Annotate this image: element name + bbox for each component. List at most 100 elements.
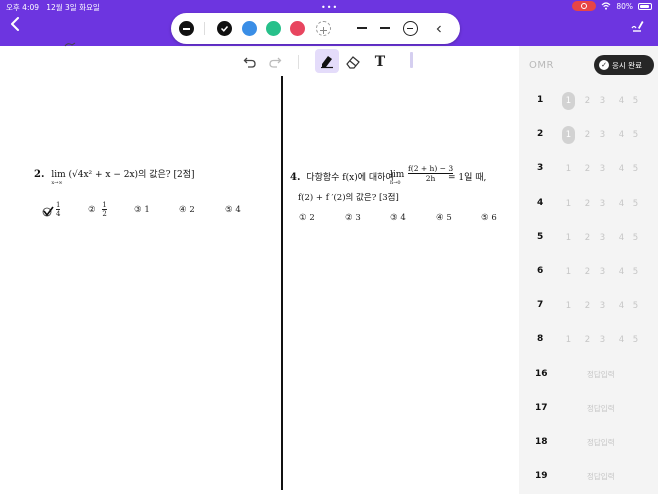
omr-option-bubble[interactable]: 1 [562,92,575,110]
omr-option-bubble[interactable]: 1 [562,162,575,176]
omr-question-number: 19 [535,471,548,482]
omr-option-bubble[interactable]: 3 [596,299,609,313]
pen-size-button[interactable] [179,21,194,36]
answer-input[interactable]: 정답입력 [587,403,615,414]
q4-limit-expr: lim h→0 [390,170,404,186]
omr-option-bubble[interactable]: 3 [596,265,609,279]
omr-option-bubble[interactable]: 5 [629,265,642,279]
omr-option-bubble[interactable]: 5 [629,128,642,142]
q4-choice-1[interactable]: ① 2 [299,213,315,223]
column-divider [281,76,283,490]
thin-stroke-button[interactable] [357,27,367,29]
question-4: 4. 다항함수 f(x)에 대하여 [290,170,394,183]
omr-option-bubble[interactable]: 1 [562,265,575,279]
omr-option-bubble[interactable]: 2 [581,94,594,108]
q4-condition: = 1일 때, [448,173,487,183]
omr-row: 8 12345 [519,323,658,357]
q4-choice-5[interactable]: ⑤ 6 [481,213,497,223]
eraser-icon [346,56,360,69]
omr-option-bubble[interactable]: 5 [629,231,642,245]
ink-mark [64,42,76,47]
color-blue-swatch[interactable] [242,21,257,36]
omr-option-bubble[interactable]: 3 [596,94,609,108]
question-text: (√4x² + x − 2x)의 값은? [2점] [68,170,195,180]
omr-row: 7 12345 [519,289,658,323]
omr-option-bubble[interactable]: 5 [629,162,642,176]
omr-option-bubble[interactable]: 2 [581,265,594,279]
omr-option-bubble[interactable]: 2 [581,299,594,313]
medium-stroke-button[interactable] [380,27,390,29]
choice-5[interactable]: ⑤ 4 [225,205,241,215]
color-green-swatch[interactable] [266,21,281,36]
omr-option-bubble[interactable]: 2 [581,231,594,245]
omr-option-bubble[interactable]: 1 [562,231,575,245]
frac-den: 2 [102,210,107,218]
multitasking-dots[interactable]: ••• [321,3,338,12]
omr-option-bubble[interactable]: 3 [596,128,609,142]
q4-choice-4[interactable]: ④ 5 [436,213,452,223]
choice-2-label: ② [88,205,96,215]
omr-option-bubble[interactable]: 2 [581,333,594,347]
omr-option-bubble[interactable]: 1 [562,197,575,211]
pen-mode-button[interactable] [630,18,644,32]
add-color-button[interactable] [316,21,331,36]
omr-option-bubble[interactable]: 3 [596,197,609,211]
choice-1[interactable]: 14 [56,201,61,218]
color-red-swatch[interactable] [290,21,305,36]
omr-option-bubble[interactable]: 1 [562,333,575,347]
omr-option-bubble[interactable]: 1 [562,299,575,313]
pen-tool-button[interactable] [315,49,339,73]
toolbar-handle[interactable] [410,52,413,68]
omr-option-bubble[interactable]: 1 [562,126,575,145]
omr-option-bubble[interactable]: 4 [615,333,628,347]
eraser-tool-button[interactable] [343,52,363,72]
omr-option-bubble[interactable]: 2 [581,162,594,176]
color-black-swatch[interactable] [217,21,232,36]
omr-option-bubble[interactable]: 2 [581,197,594,211]
q4-choice-2[interactable]: ② 3 [345,213,361,223]
omr-option-bubble[interactable]: 4 [615,162,628,176]
question-number: 2. [34,169,45,180]
omr-option-bubble[interactable]: 3 [596,231,609,245]
question-text: 다항함수 f(x)에 대하여 [306,173,394,183]
choice-4[interactable]: ④ 2 [179,205,195,215]
status-time: 오후 4:09 [6,3,40,12]
choice-2[interactable]: ② 12 [88,201,107,218]
omr-option-bubble[interactable]: 3 [596,333,609,347]
wifi-icon [601,2,611,10]
omr-question-number: 2 [537,129,544,140]
omr-row: 512345 [519,221,658,255]
back-button[interactable] [10,17,22,33]
choice-1-fraction: 14 [56,201,61,218]
omr-option-bubble[interactable]: 4 [615,197,628,211]
chevron-left-icon [11,17,19,31]
answer-input[interactable]: 정답입력 [587,471,615,482]
omr-option-bubble[interactable]: 5 [629,333,642,347]
palette-divider [204,22,205,35]
question-2: 2. lim x→∞ (√4x² + x − 2x)의 값은? [2점] [34,167,195,186]
omr-row: 6 12345 [519,255,658,289]
redo-button[interactable] [265,52,285,72]
q4-choice-3[interactable]: ③ 4 [390,213,406,223]
omr-option-bubble[interactable]: 2 [581,128,594,142]
omr-option-bubble[interactable]: 4 [615,94,628,108]
text-tool-button[interactable]: T [370,52,390,72]
plus-icon [320,27,327,34]
q4-fraction: f(2 + h) − 3 2h [408,164,454,183]
omr-option-bubble[interactable]: 3 [596,162,609,176]
omr-option-bubble[interactable]: 4 [615,231,628,245]
omr-row: 312345 [519,152,658,186]
choice-3[interactable]: ③ 1 [134,205,150,215]
omr-option-bubble[interactable]: 4 [615,265,628,279]
finish-exam-button[interactable]: ✓ 응시 완료 [594,55,654,75]
omr-option-bubble[interactable]: 4 [615,128,628,142]
omr-option-bubble[interactable]: 5 [629,197,642,211]
thick-stroke-button[interactable] [403,21,418,36]
answer-input[interactable]: 정답입력 [587,437,615,448]
omr-option-bubble[interactable]: 5 [629,94,642,108]
undo-button[interactable] [240,52,260,72]
answer-input[interactable]: 정답입력 [587,369,615,380]
collapse-palette-button[interactable] [434,21,444,40]
omr-option-bubble[interactable]: 5 [629,299,642,313]
omr-option-bubble[interactable]: 4 [615,299,628,313]
